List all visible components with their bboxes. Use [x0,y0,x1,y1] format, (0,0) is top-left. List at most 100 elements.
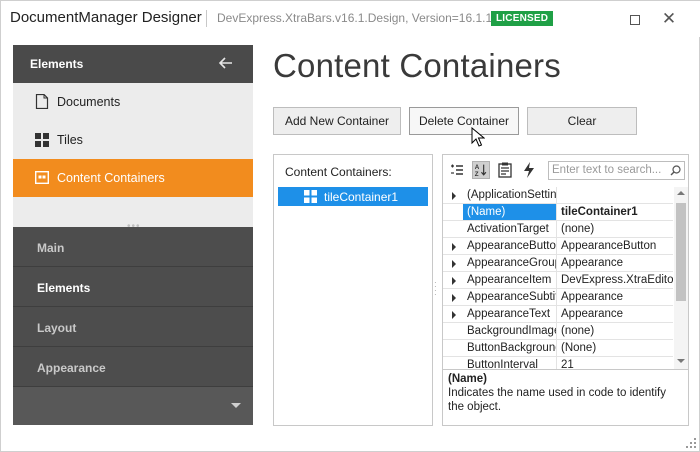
nav-item-list: Documents Tiles Content Containers [13,83,253,223]
expand-icon[interactable] [452,311,456,319]
panel-splitter[interactable]: · · · · [434,279,438,299]
property-value[interactable]: Appearance [558,255,673,271]
events-icon[interactable] [520,161,538,179]
property-name: AppearanceGroupT [463,255,557,271]
property-value[interactable]: (none) [558,323,673,339]
property-name: AppearanceText [463,306,557,322]
property-value[interactable]: Appearance [558,289,673,305]
nav-group-main[interactable]: Main [13,227,253,267]
property-value[interactable]: DevExpress.XtraEditor [558,272,673,288]
search-icon [670,165,681,176]
property-row[interactable]: ButtonBackground (None) [443,340,673,357]
property-grid-toolbar: A Z Enter text to search... [443,155,688,185]
property-value[interactable]: tileContainer1 [558,204,673,220]
licensed-badge: LICENSED [491,11,554,26]
property-row[interactable]: AppearanceButton AppearanceButton [443,238,673,255]
nav-item-label: Tiles [57,133,83,147]
arrow-left-icon[interactable] [218,55,234,71]
alphabetical-icon[interactable]: A Z [472,161,490,179]
property-row[interactable]: ActivationTarget (none) [443,221,673,238]
search-placeholder: Enter text to search... [552,164,662,176]
property-row[interactable]: AppearanceGroupT Appearance [443,255,673,272]
maximize-button[interactable] [625,9,645,29]
nav-group-overflow[interactable] [13,387,253,425]
svg-text:A: A [475,164,480,171]
expand-icon[interactable] [452,192,456,200]
scroll-up-icon[interactable] [677,191,685,195]
scroll-down-icon[interactable] [677,359,685,363]
container-list-item[interactable]: tileContainer1 [278,187,428,206]
property-value[interactable] [558,187,673,203]
nav-group-layout[interactable]: Layout [13,307,253,347]
nav-groups: Main Elements Layout Appearance [13,227,253,425]
window-subtitle: DevExpress.XtraBars.v16.1.Design, Versio… [217,11,503,25]
property-grid: A Z Enter text to search... (Application… [442,154,689,426]
property-search-input[interactable]: Enter text to search... [548,161,685,180]
scrollbar-thumb[interactable] [676,203,686,301]
property-value[interactable]: Appearance [558,306,673,322]
nav-item-documents[interactable]: Documents [13,83,253,121]
nav-header-title: Elements [30,57,84,71]
property-name: (ApplicationSetting [463,187,557,203]
property-description-panel: (Name) Indicates the name used in code t… [443,369,688,425]
nav-item-label: Documents [57,95,121,109]
property-row[interactable]: AppearanceText Appearance [443,306,673,323]
container-name: tileContainer1 [324,190,399,204]
property-value[interactable]: 21 [558,357,673,369]
property-row[interactable]: BackgroundImage (none) [443,323,673,340]
property-grid-scrollbar[interactable] [674,187,688,369]
property-row[interactable]: AppearanceSubtitle Appearance [443,289,673,306]
nav-item-tiles[interactable]: Tiles [13,121,253,159]
property-row[interactable]: AppearanceItem DevExpress.XtraEditor [443,272,673,289]
nav-group-label: Elements [37,281,91,295]
property-row[interactable]: (Name) tileContainer1 [443,204,673,221]
containers-list-label: Content Containers: [285,165,392,179]
property-value[interactable]: AppearanceButton [558,238,673,254]
chevron-down-icon [231,403,241,408]
nav-item-content-containers[interactable]: Content Containers [13,159,253,197]
property-value[interactable]: (None) [558,340,673,356]
categorized-icon[interactable] [448,161,466,179]
nav-group-label: Layout [37,321,77,335]
expand-icon[interactable] [452,277,456,285]
close-button[interactable]: ✕ [659,9,679,29]
expand-icon[interactable] [452,260,456,268]
nav-header: Elements [13,45,253,83]
property-name: ButtonInterval [463,357,557,369]
expand-icon[interactable] [452,243,456,251]
delete-container-button[interactable]: Delete Container [409,107,519,135]
property-name: ActivationTarget [463,221,557,237]
nav-group-label: Main [37,241,65,255]
nav-group-label: Appearance [37,361,106,375]
containers-list-panel: Content Containers: tileContainer1 [273,154,433,426]
properties-icon[interactable] [496,161,514,179]
nav-item-label: Content Containers [57,171,165,185]
add-container-button[interactable]: Add New Container [273,107,401,135]
document-icon [35,94,49,109]
property-row[interactable]: ButtonInterval 21 [443,357,673,369]
property-grid-rows: (ApplicationSetting (Name) tileContainer… [443,187,673,369]
maximize-icon [630,15,640,25]
navigation-panel: Elements Documents Tiles Content Contain… [13,45,253,425]
designer-window: DocumentManager Designer DevExpress.Xtra… [0,0,700,452]
svg-text:Z: Z [475,171,479,178]
property-name: AppearanceButton [463,238,557,254]
tiles-icon [35,133,49,147]
description-text: Indicates the name used in code to ident… [448,387,667,413]
property-row[interactable]: (ApplicationSetting [443,187,673,204]
nav-group-elements[interactable]: Elements [13,267,253,307]
title-bar: DocumentManager Designer DevExpress.Xtra… [1,1,700,37]
nav-group-appearance[interactable]: Appearance [13,347,253,387]
tile-container-icon [304,190,317,203]
mouse-cursor-icon [471,127,485,147]
property-value[interactable]: (none) [558,221,673,237]
expand-icon[interactable] [452,294,456,302]
description-title: (Name) [448,373,487,385]
clear-button[interactable]: Clear [527,107,637,135]
window-title: DocumentManager Designer [10,9,202,26]
close-icon: ✕ [661,9,677,28]
property-name: (Name) [463,204,557,220]
resize-grip-icon[interactable] [685,437,697,449]
property-name: BackgroundImage [463,323,557,339]
page-title: Content Containers [273,47,561,84]
